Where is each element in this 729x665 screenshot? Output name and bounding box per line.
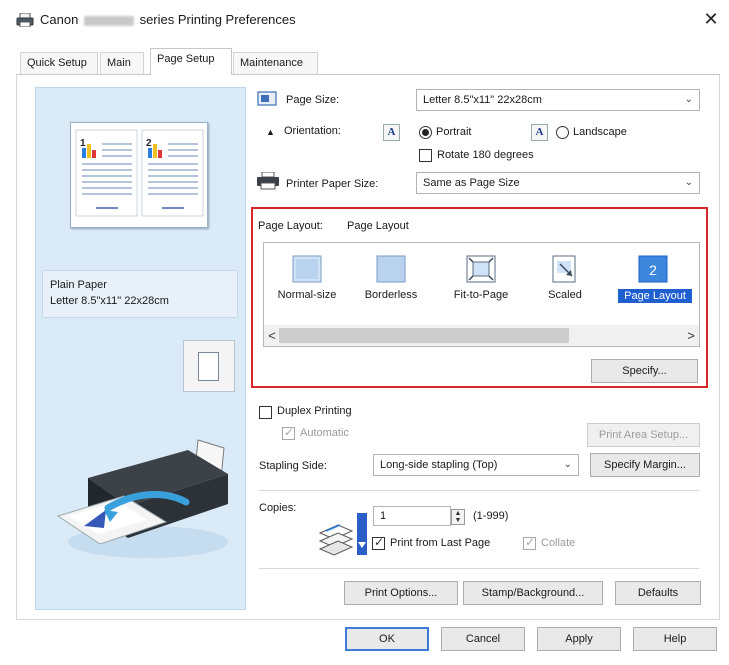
printer-paper-icon [257, 172, 279, 190]
checkmark-icon: ✓ [374, 535, 385, 549]
checkmark-icon: ✓ [284, 425, 295, 439]
collate-checkbox[interactable]: ✓ [523, 535, 536, 550]
chevron-down-icon: ⌄ [684, 94, 693, 105]
printer-paper-size-select[interactable]: Same as Page Size ⌄ [416, 172, 700, 194]
borderless-layout-icon[interactable] [376, 255, 406, 283]
window-title-suffix: series Printing Preferences [139, 12, 296, 27]
svg-text:2: 2 [649, 262, 657, 278]
scroll-left-icon[interactable]: < [264, 325, 280, 346]
layout-item-page-layout[interactable]: Page Layout [618, 289, 692, 303]
paper-size-text: Letter 8.5"x11" 22x28cm [50, 295, 169, 307]
landscape-radio[interactable] [556, 126, 569, 139]
fit-to-page-layout-icon[interactable] [466, 255, 496, 283]
tab-page-setup[interactable]: Page Setup [150, 48, 232, 75]
window-title: Canon series Printing Preferences [40, 12, 296, 27]
normal-size-layout-icon[interactable] [292, 255, 322, 283]
scroll-right-icon[interactable]: > [683, 325, 699, 346]
rotate-180-checkbox[interactable] [419, 149, 432, 162]
media-type-text: Plain Paper [50, 279, 107, 291]
tab-maintenance[interactable]: Maintenance [233, 52, 318, 74]
printer-app-icon [16, 13, 34, 27]
portrait-label: Portrait [436, 126, 472, 138]
cancel-button[interactable]: Cancel [441, 627, 525, 651]
portrait-orientation-icon: A [383, 124, 400, 141]
page-layout-current-value: Page Layout [347, 220, 409, 232]
layout-item-borderless[interactable]: Borderless [352, 289, 430, 301]
paper-sheet-icon [198, 352, 219, 381]
window-title-prefix: Canon [40, 12, 79, 27]
two-up-preview-graphic [75, 129, 204, 217]
stapling-side-value: Long-side stapling (Top) [380, 459, 498, 471]
copies-stack-icon [318, 524, 354, 556]
copies-label: Copies: [259, 502, 297, 514]
print-options-button[interactable]: Print Options... [344, 581, 458, 605]
page-layout-label: Page Layout: [258, 220, 323, 232]
page-layout-2up-icon[interactable]: 2 [638, 255, 668, 283]
printer-illustration-icon [56, 439, 228, 558]
collate-label: Collate [541, 537, 576, 549]
stapling-side-label: Stapling Side: [259, 460, 327, 472]
rotate-180-label: Rotate 180 degrees [437, 149, 534, 161]
duplex-printing-checkbox[interactable] [259, 406, 272, 419]
preview-page-number-1: 1 [80, 138, 86, 149]
orientation-label: Orientation: [284, 125, 341, 137]
preview-page-number-2: 2 [146, 138, 152, 149]
page-order-icon [357, 513, 367, 555]
chevron-down-icon: ⌄ [684, 177, 693, 188]
specify-button[interactable]: Specify... [591, 359, 698, 383]
landscape-orientation-icon: A [531, 124, 548, 141]
defaults-button[interactable]: Defaults [615, 581, 701, 605]
printer-paper-size-label: Printer Paper Size: [286, 178, 379, 190]
chevron-down-icon: ⌄ [563, 459, 572, 470]
stapling-side-select[interactable]: Long-side stapling (Top) ⌄ [373, 454, 579, 476]
bullet-icon: ▲ [266, 127, 275, 137]
section-divider [259, 490, 699, 491]
specify-margin-button[interactable]: Specify Margin... [590, 453, 700, 477]
scrollbar-thumb[interactable] [279, 328, 569, 343]
layout-item-scaled[interactable]: Scaled [526, 289, 604, 301]
duplex-printing-label: Duplex Printing [277, 405, 352, 417]
scaled-layout-icon[interactable] [550, 255, 580, 283]
apply-button[interactable]: Apply [537, 627, 621, 651]
ok-button[interactable]: OK [345, 627, 429, 651]
landscape-label: Landscape [573, 126, 627, 138]
automatic-label: Automatic [300, 427, 349, 439]
tab-quick-setup[interactable]: Quick Setup [20, 52, 98, 74]
copies-input[interactable]: 1 [373, 506, 451, 526]
print-from-last-page-checkbox[interactable]: ✓ [372, 535, 385, 550]
page-size-label: Page Size: [286, 94, 340, 106]
print-area-setup-button[interactable]: Print Area Setup... [587, 423, 700, 447]
checkmark-icon: ✓ [525, 535, 536, 549]
tab-main[interactable]: Main [100, 52, 144, 74]
page-size-select[interactable]: Letter 8.5"x11" 22x28cm ⌄ [416, 89, 700, 111]
media-info-box [42, 270, 238, 318]
portrait-radio[interactable] [419, 126, 432, 139]
radio-selected-dot [422, 129, 429, 136]
close-icon[interactable]: ✕ [700, 8, 722, 30]
layout-item-fit-to-page[interactable]: Fit-to-Page [442, 289, 520, 301]
copies-value: 1 [380, 510, 387, 522]
page-size-value: Letter 8.5"x11" 22x28cm [423, 94, 542, 106]
layout-item-normal-size[interactable]: Normal-size [268, 289, 346, 301]
help-button[interactable]: Help [633, 627, 717, 651]
print-from-last-page-label: Print from Last Page [390, 537, 491, 549]
copies-range-text: (1-999) [473, 510, 509, 522]
automatic-checkbox[interactable]: ✓ [282, 425, 295, 440]
page-size-icon [257, 91, 277, 106]
section-divider [259, 568, 699, 569]
printer-paper-size-value: Same as Page Size [423, 177, 520, 189]
copies-stepper[interactable]: ▲ ▼ [451, 509, 465, 525]
redacted-model-name [83, 15, 134, 26]
stamp-background-button[interactable]: Stamp/Background... [463, 581, 603, 605]
